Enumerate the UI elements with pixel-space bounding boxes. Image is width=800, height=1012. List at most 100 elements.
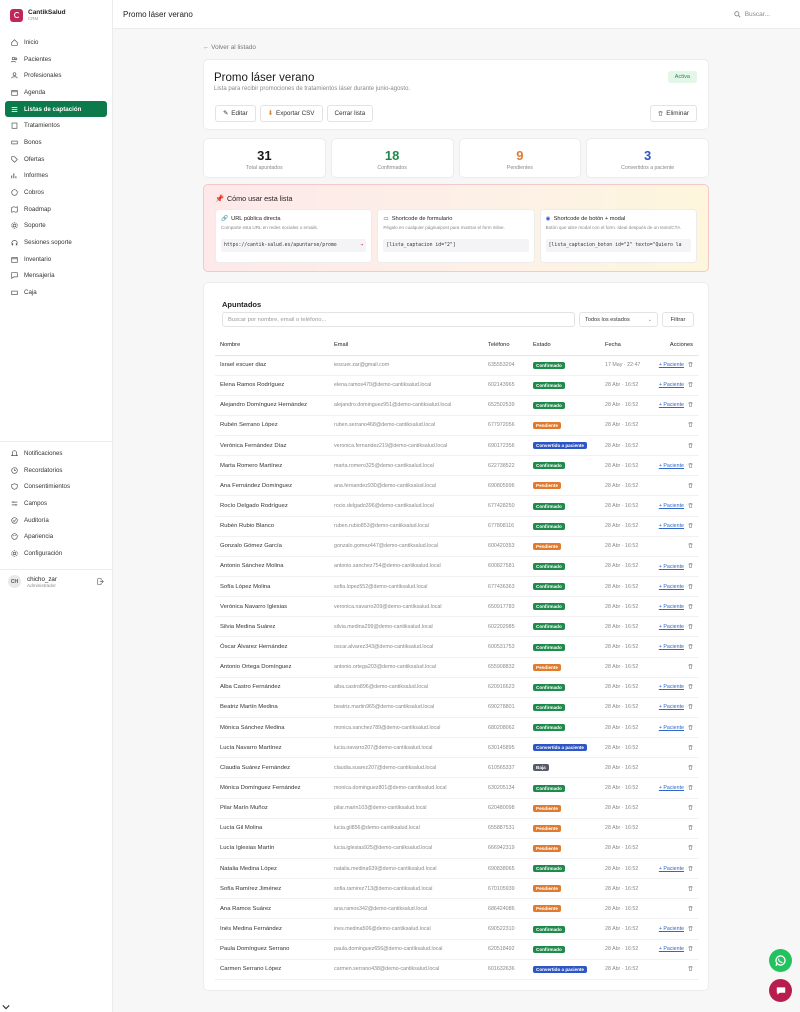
trash-icon[interactable] [688,765,693,770]
sidebar-item-ofertas[interactable]: Ofertas [5,151,107,168]
trash-icon[interactable] [688,704,693,710]
trash-icon[interactable] [688,906,693,911]
add-patient-link[interactable]: + Paciente [659,624,684,630]
sidebar-item-informes[interactable]: Informes [5,168,107,185]
trash-icon[interactable] [688,362,693,367]
whatsapp-button[interactable] [769,949,792,972]
trash-icon[interactable] [688,785,693,790]
sidebar-item-sesiones-soporte[interactable]: Sesiones soporte [5,234,107,251]
add-patient-link[interactable]: + Paciente [659,704,684,710]
status-badge: Confirmado [533,381,565,389]
email-cell: paula.dominguez656@demo-cantiksalud.loca… [329,939,483,960]
trash-icon[interactable] [688,946,693,951]
user-box[interactable]: CH chicho_zar Administrador [0,569,112,593]
add-patient-link[interactable]: + Paciente [659,503,684,509]
add-patient-link[interactable]: + Paciente [659,926,684,932]
sidebar-item-roadmap[interactable]: Roadmap [5,201,107,218]
trash-icon[interactable] [688,825,693,831]
sidebar-item-cobros[interactable]: Cobros [5,184,107,201]
trash-icon[interactable] [688,422,693,428]
trash-icon[interactable] [688,744,693,750]
trash-icon[interactable] [688,724,693,730]
trash-icon[interactable] [688,462,693,468]
sidebar-item-apariencia[interactable]: Apariencia [5,528,107,545]
add-patient-link[interactable]: + Paciente [659,564,684,570]
trash-icon[interactable] [688,583,693,589]
add-patient-link[interactable]: + Paciente [659,402,684,408]
trash-icon[interactable] [688,603,693,609]
code-snippet[interactable]: [lista_captacion id="2"] [383,239,529,252]
add-patient-link[interactable]: + Paciente [659,584,684,590]
sidebar-item-inicio[interactable]: Inicio [5,34,107,51]
sidebar-item-mensajería[interactable]: Mensajería [5,268,107,285]
add-patient-link[interactable]: + Paciente [659,684,684,690]
table-row: Óscar Álvarez Hernández oscar.alvarez343… [215,636,699,658]
sidebar-item-configuración[interactable]: Configuración [5,545,107,562]
trash-icon[interactable] [688,885,693,891]
trash-icon[interactable] [688,624,693,629]
filter-button[interactable]: Filtrar [662,312,694,327]
sidebar-item-notificaciones[interactable]: Notificaciones [5,445,107,462]
chevron-down-icon[interactable] [2,1004,10,1010]
actions-cell: + Paciente [647,596,699,618]
trash-icon[interactable] [688,563,693,569]
add-patient-link[interactable]: + Paciente [659,725,684,731]
edit-button[interactable]: ✎ Editar [215,105,256,122]
signups-search-input[interactable]: Buscar por nombre, email o teléfono... [222,312,575,327]
sidebar-item-inventario[interactable]: Inventario [5,251,107,268]
brand[interactable]: CantikSalud CRM [0,0,112,30]
status-filter-select[interactable]: Todos los estados ⌄ [579,312,658,327]
trash-icon[interactable] [688,664,693,669]
sidebar-item-bonos[interactable]: Bonos [5,134,107,151]
sidebar-item-campos[interactable]: Campos [5,495,107,512]
export-csv-button[interactable]: ⬇ Exportar CSV [259,105,323,122]
table-row: Lucía Iglesias Martín lucia.iglesias925@… [215,838,699,860]
code-snippet[interactable]: [lista_captacion_boton id="2" texto="Qui… [545,239,691,252]
status-badge: Convertido a paciente [533,965,587,973]
sidebar-item-soporte[interactable]: Soporte [5,218,107,235]
sidebar-item-recordatorios[interactable]: Recordatorios [5,462,107,479]
add-patient-link[interactable]: + Paciente [659,382,684,388]
trash-icon[interactable] [688,442,693,448]
logout-icon[interactable] [97,578,104,585]
trash-icon[interactable] [688,382,693,387]
sidebar-item-profesionales[interactable]: Profesionales [5,67,107,84]
add-patient-link[interactable]: + Paciente [659,644,684,650]
open-link-icon[interactable]: → [357,243,363,248]
global-search[interactable]: Buscar... [733,11,790,18]
sidebar-item-consentimientos[interactable]: Consentimientos [5,478,107,495]
sidebar-item-auditoría[interactable]: Auditoría [5,512,107,529]
add-patient-link[interactable]: + Paciente [659,785,684,791]
add-patient-link[interactable]: + Paciente [659,604,684,610]
trash-icon[interactable] [688,543,693,549]
sidebar-item-pacientes[interactable]: Pacientes [5,51,107,68]
trash-icon[interactable] [688,926,693,931]
close-list-button[interactable]: Cerrar lista [326,105,374,122]
sidebar-item-agenda[interactable]: Agenda [5,84,107,101]
trash-icon[interactable] [688,503,693,508]
add-patient-link[interactable]: + Paciente [659,523,684,529]
trash-icon[interactable] [688,966,693,971]
trash-icon[interactable] [688,865,693,871]
add-patient-link[interactable]: + Paciente [659,946,684,952]
trash-icon[interactable] [688,684,693,690]
trash-icon[interactable] [688,483,693,488]
trash-icon[interactable] [688,523,693,528]
add-patient-link[interactable]: + Paciente [659,463,684,469]
add-patient-link[interactable]: + Paciente [659,362,684,368]
back-link[interactable]: ← Volver al listado [203,38,709,56]
chat-button[interactable] [769,979,792,1002]
date-cell: 28 Abr · 16:52 [600,516,647,537]
delete-button[interactable]: Eliminar [650,105,697,122]
trash-icon[interactable] [688,402,693,408]
trash-icon[interactable] [688,845,693,851]
sidebar-item-caja[interactable]: Caja [5,284,107,301]
trash-icon[interactable] [688,644,693,649]
sidebar-item-listas-de-captación[interactable]: Listas de captación [5,100,107,118]
trash-icon[interactable] [688,805,693,810]
phone-cell: 686424086 [483,898,528,920]
add-patient-link[interactable]: + Paciente [659,866,684,872]
code-snippet[interactable]: https://cantik-salud.es/apuntarse/promo → [221,239,367,252]
sidebar-item-tratamientos[interactable]: Tratamientos [5,117,107,134]
sidebar-item-label: Configuración [24,549,63,557]
